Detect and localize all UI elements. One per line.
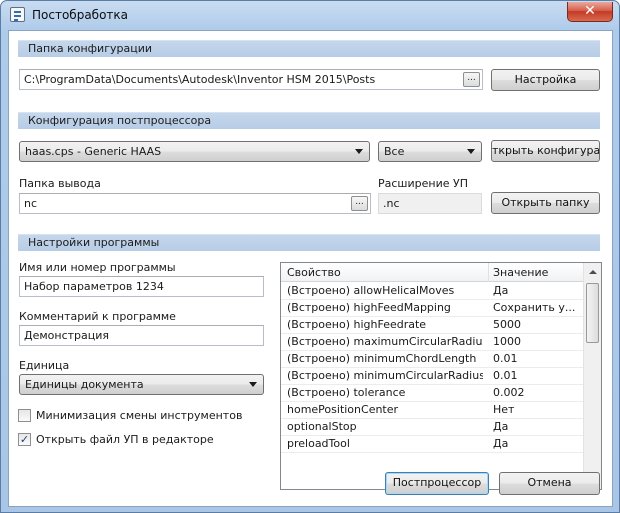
property-value[interactable]: 0.01 xyxy=(493,352,579,365)
open-folder-button[interactable]: Открыть папку xyxy=(491,192,600,214)
post-filter-selected: Все xyxy=(384,145,405,158)
program-comment-field[interactable]: Демонстрация xyxy=(19,325,264,346)
scroll-thumb[interactable] xyxy=(586,283,599,343)
open-config-button[interactable]: ткрыть конфигураци xyxy=(491,140,600,162)
properties-rows: (Встроено) allowHelicalMoves Да (Встроено)… xyxy=(281,283,583,453)
property-name: (Встроено) highFeedrate xyxy=(287,318,427,331)
property-name: (Встроено) allowHelicalMoves xyxy=(287,284,455,297)
post-process-button[interactable]: Постпроцессор xyxy=(385,472,489,495)
property-row[interactable]: homePositionCenter Нет xyxy=(281,402,583,419)
property-row[interactable]: (Встроено) minimumCircularRadius 0.01 xyxy=(281,368,583,385)
app-icon xyxy=(10,7,25,22)
chevron-down-icon xyxy=(467,149,475,154)
config-folder-path[interactable]: C:\ProgramData\Documents\Autodesk\Invent… xyxy=(19,69,483,90)
column-divider[interactable] xyxy=(488,263,489,282)
unit-selected: Единицы документа xyxy=(25,378,144,391)
property-row[interactable]: (Встроено) allowHelicalMoves Да xyxy=(281,283,583,300)
output-folder-label: Папка вывода xyxy=(19,177,101,190)
property-name: (Встроено) highFeedMapping xyxy=(287,301,451,314)
open-in-editor-label: Открыть файл УП в редакторе xyxy=(36,433,214,446)
chevron-down-icon xyxy=(249,382,257,387)
unit-select[interactable]: Единицы документа xyxy=(19,374,264,395)
column-value[interactable]: Значение xyxy=(493,266,548,279)
config-folder-header: Папка конфигурации xyxy=(18,40,600,57)
column-property[interactable]: Свойство xyxy=(287,266,341,279)
property-name: optionalStop xyxy=(287,420,357,433)
property-row[interactable]: preloadTool Да xyxy=(281,436,583,453)
property-value[interactable]: Нет xyxy=(493,403,579,416)
post-config-selected: haas.cps - Generic HAAS xyxy=(25,145,162,158)
program-settings-header: Настройки программы xyxy=(18,234,600,251)
config-folder-browse-button[interactable]: ... xyxy=(463,72,480,87)
scroll-up-icon[interactable] xyxy=(589,270,597,274)
program-name-label: Имя или номер программы xyxy=(19,261,176,274)
property-row[interactable]: (Встроено) highFeedrate 5000 xyxy=(281,317,583,334)
minimize-tool-changes-label: Минимизация смены инструментов xyxy=(36,409,243,422)
property-value[interactable]: 1000 xyxy=(493,335,579,348)
extension-field: .nc xyxy=(378,193,482,214)
property-name: homePositionCenter xyxy=(287,403,399,416)
close-icon[interactable]: ✕ xyxy=(567,2,613,22)
property-row[interactable]: (Встроено) minimumChordLength 0.01 xyxy=(281,351,583,368)
cancel-button[interactable]: Отмена xyxy=(499,472,600,495)
property-value[interactable]: 0.002 xyxy=(493,386,579,399)
output-folder-browse-button[interactable]: ... xyxy=(351,196,368,211)
properties-scrollbar[interactable] xyxy=(583,263,601,489)
property-value[interactable]: 0.01 xyxy=(493,369,579,382)
window-title: Постобработка xyxy=(32,8,128,22)
minimize-tool-changes-checkbox[interactable] xyxy=(18,409,31,422)
output-folder-field[interactable]: nc xyxy=(19,193,371,214)
properties-header: Свойство Значение xyxy=(281,263,583,282)
program-comment-label: Комментарий к программе xyxy=(19,310,176,323)
post-config-header: Конфигурация постпроцессора xyxy=(18,112,600,129)
property-row[interactable]: (Встроено) highFeedMapping Сохранить у... xyxy=(281,300,583,317)
property-name: (Встроено) tolerance xyxy=(287,386,406,399)
property-name: preloadTool xyxy=(287,437,350,450)
property-row[interactable]: optionalStop Да xyxy=(281,419,583,436)
property-value[interactable]: Сохранить у... xyxy=(493,301,579,314)
post-filter-select[interactable]: Все xyxy=(378,141,482,162)
program-name-field[interactable]: Набор параметров 1234 xyxy=(19,276,264,297)
property-name: (Встроено) maximumCircularRadius xyxy=(287,335,483,348)
property-name: (Встроено) minimumChordLength xyxy=(287,352,477,365)
properties-grid[interactable]: Свойство Значение (Встроено) allowHelica… xyxy=(280,262,602,490)
post-config-select[interactable]: haas.cps - Generic HAAS xyxy=(19,141,370,162)
property-value[interactable]: 5000 xyxy=(493,318,579,331)
property-value[interactable]: Да xyxy=(493,437,579,450)
property-value[interactable]: Да xyxy=(493,284,579,297)
setup-button[interactable]: Настройка xyxy=(491,69,600,91)
open-in-editor-checkbox[interactable]: ✓ xyxy=(18,433,31,446)
title-bar[interactable]: Постобработка ✕ xyxy=(1,1,619,30)
post-process-dialog: Постобработка ✕ Папка конфигурации C:\Pr… xyxy=(0,0,620,513)
property-name: (Встроено) minimumCircularRadius xyxy=(287,369,483,382)
chevron-down-icon xyxy=(355,149,363,154)
property-row[interactable]: (Встроено) maximumCircularRadius 1000 xyxy=(281,334,583,351)
extension-label: Расширение УП xyxy=(378,177,468,190)
unit-label: Единица xyxy=(19,359,70,372)
property-value[interactable]: Да xyxy=(493,420,579,433)
dialog-body: Папка конфигурации C:\ProgramData\Docume… xyxy=(8,30,613,507)
property-row[interactable]: (Встроено) tolerance 0.002 xyxy=(281,385,583,402)
